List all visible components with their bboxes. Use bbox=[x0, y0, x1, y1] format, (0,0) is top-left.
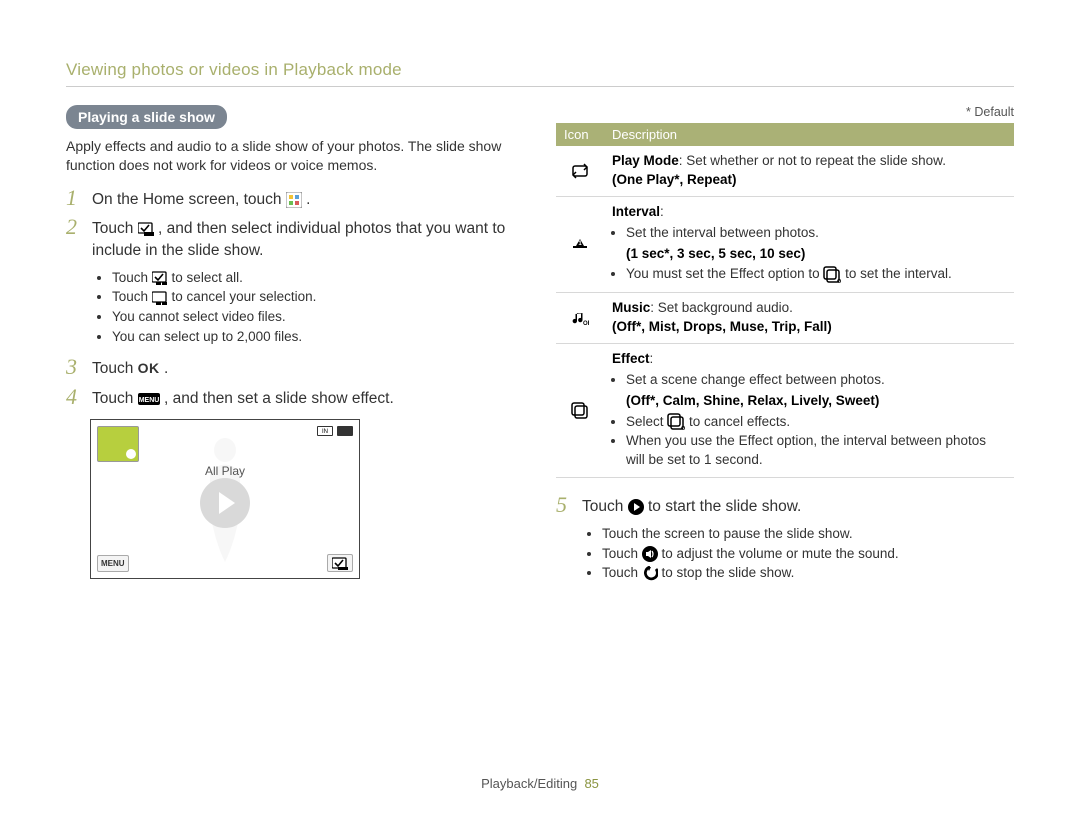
step-3-post: . bbox=[164, 360, 168, 377]
music-icon bbox=[571, 310, 589, 326]
effect-off-icon bbox=[667, 413, 685, 431]
menu-icon bbox=[138, 393, 160, 405]
table-row: Effect: Set a scene change effect betwee… bbox=[556, 344, 1014, 478]
th-desc: Description bbox=[604, 123, 1014, 146]
repeat-icon bbox=[572, 163, 588, 179]
effect-label: Effect bbox=[612, 351, 650, 366]
step-5-num: 5 bbox=[556, 494, 574, 516]
default-note: * Default bbox=[556, 105, 1014, 119]
right-column: * Default Icon Description Play Mode: Se… bbox=[556, 105, 1014, 593]
step-4-num: 4 bbox=[66, 386, 84, 408]
step-1-num: 1 bbox=[66, 187, 84, 209]
battery-icon bbox=[337, 426, 353, 436]
step-4-post: , and then set a slide show effect. bbox=[164, 390, 394, 407]
play-button[interactable] bbox=[200, 478, 250, 528]
list-item: You cannot select video files. bbox=[112, 307, 524, 327]
list-item: Touch the screen to pause the slide show… bbox=[602, 524, 1014, 544]
list-item: Touch to adjust the volume or mute the s… bbox=[602, 544, 1014, 564]
page-header: Viewing photos or videos in Playback mod… bbox=[66, 60, 1014, 80]
interval-label: Interval bbox=[612, 204, 660, 219]
ok-icon: OK bbox=[138, 360, 160, 376]
volume-icon bbox=[642, 546, 658, 562]
header-rule bbox=[66, 86, 1014, 87]
list-item: Touch to select all. bbox=[112, 268, 524, 288]
back-icon bbox=[642, 566, 658, 582]
interval-options: (1 sec*, 3 sec, 5 sec, 10 sec) bbox=[626, 246, 805, 261]
home-icon bbox=[286, 192, 302, 208]
list-item: Set the interval between photos. bbox=[626, 224, 1006, 243]
deselect-icon bbox=[152, 290, 168, 306]
step-2-pre: Touch bbox=[92, 220, 138, 237]
step-3: 3 Touch OK . bbox=[66, 356, 524, 380]
step-3-num: 3 bbox=[66, 356, 84, 378]
all-play-label: All Play bbox=[91, 464, 359, 478]
step-2-bullets: Touch to select all. Touch to cancel you… bbox=[96, 268, 524, 346]
step-1: 1 On the Home screen, touch . bbox=[66, 187, 524, 211]
select-all-icon bbox=[152, 270, 168, 286]
list-item: Touch to stop the slide show. bbox=[602, 563, 1014, 583]
step-2-num: 2 bbox=[66, 216, 84, 238]
thumbnail-icon[interactable] bbox=[97, 426, 139, 462]
step-1-pre: On the Home screen, touch bbox=[92, 191, 286, 208]
select-icon bbox=[138, 221, 154, 237]
table-row: Interval: Set the interval between photo… bbox=[556, 196, 1014, 293]
step-2: 2 Touch , and then select individual pho… bbox=[66, 216, 524, 261]
intro-text: Apply effects and audio to a slide show … bbox=[66, 137, 524, 175]
indicator-in-icon: IN bbox=[317, 426, 333, 436]
effect-options: (Off*, Calm, Shine, Relax, Lively, Sweet… bbox=[626, 393, 879, 408]
table-row: Music: Set background audio. (Off*, Mist… bbox=[556, 293, 1014, 344]
th-icon: Icon bbox=[556, 123, 604, 146]
step-1-post: . bbox=[306, 191, 310, 208]
table-row: Play Mode: Set whether or not to repeat … bbox=[556, 146, 1014, 196]
step-5-pre: Touch bbox=[582, 498, 628, 515]
step-2-post: , and then select individual photos that… bbox=[92, 220, 505, 259]
step-4-pre: Touch bbox=[92, 390, 138, 407]
effect-icon bbox=[571, 402, 589, 420]
menu-button[interactable]: MENU bbox=[97, 555, 129, 572]
left-column: Playing a slide show Apply effects and a… bbox=[66, 105, 524, 593]
step-5: 5 Touch to start the slide show. bbox=[556, 494, 1014, 518]
list-item: You can select up to 2,000 files. bbox=[112, 327, 524, 347]
list-item: Select to cancel effects. bbox=[626, 413, 1006, 432]
step-4: 4 Touch , and then set a slide show effe… bbox=[66, 386, 524, 410]
step-3-pre: Touch bbox=[92, 360, 138, 377]
effect-off-icon bbox=[823, 266, 841, 284]
footer-section: Playback/Editing bbox=[481, 776, 577, 791]
list-item: When you use the Effect option, the inte… bbox=[626, 432, 1006, 470]
section-pill: Playing a slide show bbox=[66, 105, 227, 129]
list-item: You must set the Effect option to to set… bbox=[626, 265, 1006, 284]
music-label: Music bbox=[612, 300, 650, 315]
interval-icon bbox=[572, 237, 588, 253]
play-icon bbox=[628, 499, 644, 515]
playmode-label: Play Mode bbox=[612, 153, 679, 168]
list-item: Set a scene change effect between photos… bbox=[626, 371, 1006, 390]
step-5 bullets: Touch the screen to pause the slide show… bbox=[586, 524, 1014, 583]
step-5-post: to start the slide show. bbox=[648, 498, 801, 515]
page-footer: Playback/Editing 85 bbox=[0, 776, 1080, 791]
playmode-options: (One Play*, Repeat) bbox=[612, 172, 737, 187]
list-item: Touch to cancel your selection. bbox=[112, 287, 524, 307]
music-options: (Off*, Mist, Drops, Muse, Trip, Fall) bbox=[612, 319, 832, 334]
camera-screenshot: IN All Play MENU bbox=[90, 419, 360, 579]
page-number: 85 bbox=[584, 776, 598, 791]
options-table: Icon Description Play Mode: Set whether … bbox=[556, 123, 1014, 478]
select-toggle-button[interactable] bbox=[327, 554, 353, 572]
